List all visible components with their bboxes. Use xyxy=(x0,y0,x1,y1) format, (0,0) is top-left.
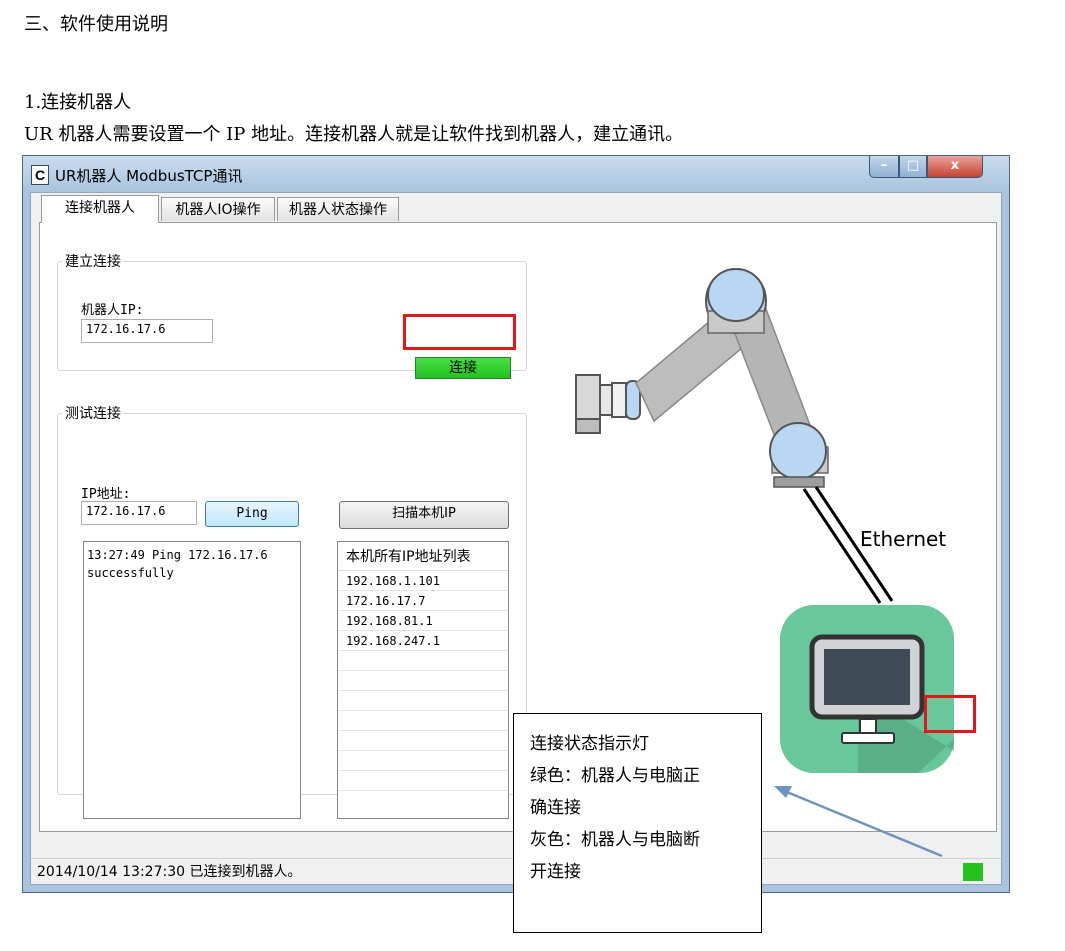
list-item-empty xyxy=(338,771,508,791)
callout-line: 连接状态指示灯 xyxy=(530,734,649,754)
list-item-empty xyxy=(338,651,508,671)
connect-button[interactable]: 连接 xyxy=(415,357,511,379)
minimize-button[interactable]: – xyxy=(869,156,899,178)
callout-line: 确连接 xyxy=(530,798,581,818)
subheading: 1.连接机器人 xyxy=(24,92,132,113)
log-line: successfully xyxy=(87,566,174,580)
callout-line: 绿色：机器人与电脑正 xyxy=(530,766,700,786)
list-item[interactable]: 192.168.1.101 xyxy=(338,571,508,591)
connect-group-legend: 建立连接 xyxy=(65,254,121,270)
ip-list-header: 本机所有IP地址列表 xyxy=(338,542,508,571)
list-item-empty xyxy=(338,711,508,731)
test-group-legend: 测试连接 xyxy=(65,406,121,422)
test-ip-input[interactable]: 172.16.17.6 xyxy=(81,501,197,525)
callout-line: 灰色：机器人与电脑断 xyxy=(530,830,700,850)
robot-ip-input[interactable]: 172.16.17.6 xyxy=(81,319,213,343)
local-ip-list[interactable]: 本机所有IP地址列表 192.168.1.101 172.16.17.7 192… xyxy=(337,541,509,819)
scan-local-ip-button[interactable]: 扫描本机IP xyxy=(339,501,509,529)
tab-connect-robot[interactable]: 连接机器人 xyxy=(41,195,159,223)
robot-ip-label: 机器人IP: xyxy=(81,303,144,318)
connect-button-highlight xyxy=(403,314,516,350)
close-button[interactable]: x xyxy=(927,156,983,178)
tab-robot-io[interactable]: 机器人IO操作 xyxy=(161,197,275,221)
ping-log-textarea[interactable]: 13:27:49 Ping 172.16.17.6 successfully xyxy=(83,541,301,819)
maximize-button[interactable]: □ xyxy=(899,156,927,178)
log-line: 13:27:49 Ping 172.16.17.6 xyxy=(87,548,268,562)
list-item[interactable]: 192.168.81.1 xyxy=(338,611,508,631)
list-item-empty xyxy=(338,691,508,711)
status-led-highlight xyxy=(924,695,976,733)
app-icon: C xyxy=(31,165,49,185)
test-ip-label: IP地址: xyxy=(81,487,131,502)
window-title: UR机器人 ModbusTCP通讯 xyxy=(55,167,243,185)
list-item[interactable]: 192.168.247.1 xyxy=(338,631,508,651)
tab-robot-status[interactable]: 机器人状态操作 xyxy=(277,197,399,221)
callout-line: 开连接 xyxy=(530,862,581,882)
connection-status-led xyxy=(963,863,983,881)
ping-button[interactable]: Ping xyxy=(205,501,299,527)
list-item-empty xyxy=(338,671,508,691)
ethernet-label: Ethernet xyxy=(860,527,947,551)
section-heading: 三、软件使用说明 xyxy=(24,14,168,35)
list-item-empty xyxy=(338,751,508,771)
list-item[interactable]: 172.16.17.7 xyxy=(338,591,508,611)
callout-box: 连接状态指示灯 绿色：机器人与电脑正 确连接 灰色：机器人与电脑断 开连接 xyxy=(513,713,762,933)
gripper-icon xyxy=(575,374,641,434)
title-bar[interactable]: C UR机器人 ModbusTCP通讯 – □ x xyxy=(23,156,1009,192)
list-item-empty xyxy=(338,731,508,751)
status-text: 2014/10/14 13:27:30 已连接到机器人。 xyxy=(37,864,302,880)
intro-paragraph: UR 机器人需要设置一个 IP 地址。连接机器人就是让软件找到机器人，建立通讯。 xyxy=(24,124,684,145)
